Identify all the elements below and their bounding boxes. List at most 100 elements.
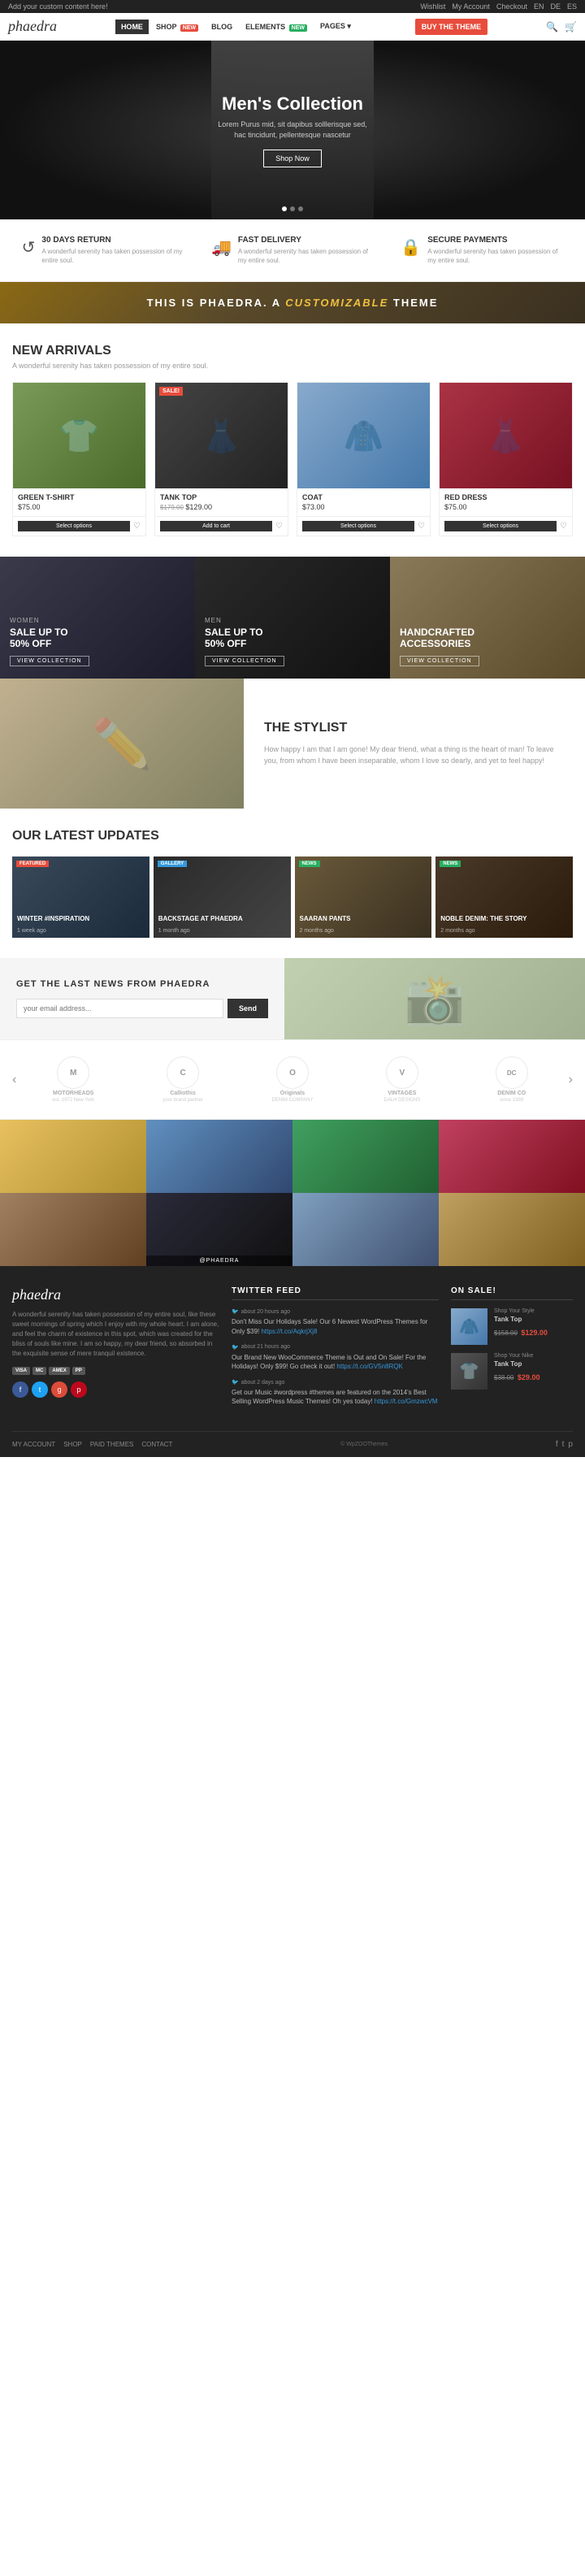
brand-vintages[interactable]: V VINTAGES DALH DESIGNS [370, 1056, 435, 1103]
twitter-link-1[interactable]: https://t.co/AqkrjXj8 [261, 1328, 317, 1335]
brands-next-button[interactable]: › [565, 1073, 577, 1087]
footer-sale-item-1-info: Shop Your Style Tank Top $158.00 $129.00 [494, 1308, 573, 1339]
updates-title: OUR LATEST UPDATES [12, 829, 573, 843]
footer-tw-icon[interactable]: t [562, 1440, 565, 1449]
buy-theme-button[interactable]: BUY THE THEME [415, 19, 488, 35]
product-tanktop-actions: Add to cart ♡ [155, 516, 288, 536]
logo[interactable]: phaedra [8, 18, 57, 35]
newsletter-section: GET THE LAST NEWS FROM PHAEDRA Send 📸 [0, 958, 585, 1039]
footer-sale-item-1[interactable]: 🧥 Shop Your Style Tank Top $158.00 $129.… [451, 1308, 573, 1345]
instagram-item-4[interactable] [439, 1120, 585, 1193]
footer-nav-paid[interactable]: PAID THEMES [90, 1441, 134, 1448]
nav-icons: 🔍 🛒 [546, 21, 577, 33]
brand-calliothis-name: Calliothis [170, 1091, 196, 1096]
brand-denim-co-icon: DC [496, 1056, 528, 1089]
brand-originals-icon: O [276, 1056, 309, 1089]
brands-prev-button[interactable]: ‹ [8, 1073, 20, 1087]
sale-item-2-icon: 👕 [459, 1361, 479, 1381]
feature-payments-content: SECURE PAYMENTS A wonderful serenity has… [427, 236, 563, 265]
product-coat-wishlist-icon[interactable]: ♡ [418, 522, 425, 531]
topbar-lang1[interactable]: EN [534, 2, 544, 11]
twitter-icon[interactable]: t [32, 1381, 48, 1398]
update-card-1[interactable]: FEATURED WINTER #INSPIRATION 1 week ago [12, 856, 150, 938]
footer-nav-account[interactable]: MY ACCOUNT [12, 1441, 55, 1448]
nav-home[interactable]: HOME [115, 20, 149, 34]
product-tanktop-name: TANK TOP [160, 493, 283, 501]
instagram-item-3[interactable] [292, 1120, 439, 1193]
feature-return: ↺ 30 DAYS RETURN A wonderful serenity ha… [22, 236, 184, 265]
custom-banner-text: THIS IS PHAEDRA. A CUSTOMIZABLE THEME [16, 297, 569, 309]
topbar-lang3[interactable]: ES [567, 2, 577, 11]
product-dress-info: RED DRESS $75.00 [440, 488, 572, 516]
footer-sale-item-2[interactable]: 👕 Shop Your Nike Tank Top $38.00 $29.00 [451, 1353, 573, 1390]
sale-men-btn[interactable]: VIEW COLLECTION [205, 656, 284, 666]
hero-section: Men's Collection Lorem Purus mid, sit da… [0, 41, 585, 219]
newsletter-email-input[interactable] [16, 999, 223, 1018]
nav-elements[interactable]: ELEMENTS NEW [240, 20, 313, 34]
newsletter-image: 📸 [284, 958, 585, 1039]
brand-originals[interactable]: O Originals DENIM COMPANY [260, 1056, 325, 1103]
footer-nav-shop[interactable]: SHOP [63, 1441, 82, 1448]
pinterest-icon[interactable]: p [71, 1381, 87, 1398]
footer-fb-icon[interactable]: f [556, 1440, 558, 1449]
product-coat-btn[interactable]: Select options [302, 521, 414, 531]
footer-pi-icon[interactable]: p [568, 1440, 573, 1449]
sale-women-btn[interactable]: VIEW COLLECTION [10, 656, 89, 666]
footer-bottom-social: f t p [556, 1440, 573, 1449]
hero-shop-button[interactable]: Shop Now [263, 150, 322, 167]
brand-calliothis[interactable]: C Calliothis your brand partner [150, 1056, 215, 1103]
sale-banner-handcrafted[interactable]: HANDCRAFTEDACCESSORIES VIEW COLLECTION [390, 557, 585, 679]
instagram-item-2[interactable] [146, 1120, 292, 1193]
product-dress-wishlist-icon[interactable]: ♡ [560, 522, 567, 531]
brand-denim-co[interactable]: DC DENIM CO since 1989 [479, 1056, 544, 1103]
update-card-4[interactable]: NEWS NOBLE DENIM: THE STORY 2 months ago [436, 856, 573, 938]
product-tanktop-btn[interactable]: Add to cart [160, 521, 272, 531]
topbar-account[interactable]: My Account [452, 2, 490, 11]
nav-pages[interactable]: PAGES ▾ [314, 19, 357, 34]
product-dress-btn[interactable]: Select options [444, 521, 557, 531]
hero-dots [282, 206, 303, 211]
hero-dot-3[interactable] [298, 206, 303, 211]
update-card-3[interactable]: NEWS SAARAN PANTS 2 months ago [295, 856, 432, 938]
topbar-wishlist[interactable]: Wishlist [420, 2, 445, 11]
sale-banner-men[interactable]: MEN SALE UP TO50% OFF VIEW COLLECTION [195, 557, 390, 679]
twitter-link-2[interactable]: https://t.co/GV5n8RQK [336, 1363, 402, 1370]
hero-dot-1[interactable] [282, 206, 287, 211]
topbar-checkout[interactable]: Checkout [496, 2, 527, 11]
topbar-lang2[interactable]: DE [550, 2, 561, 11]
update-card-2[interactable]: GALLERY BACKSTAGE AT PHAEDRA 1 month ago [154, 856, 291, 938]
product-tshirt-wishlist-icon[interactable]: ♡ [133, 522, 141, 531]
newsletter-send-button[interactable]: Send [228, 999, 268, 1018]
brand-motorheads[interactable]: M MOTORHEADS est. 1972 New York [41, 1056, 106, 1103]
hero-dot-2[interactable] [290, 206, 295, 211]
brand-vintages-name: VINTAGES [388, 1091, 416, 1096]
nav-shop[interactable]: SHOP NEW [150, 20, 204, 34]
cart-icon[interactable]: 🛒 [565, 21, 577, 33]
twitter-link-3[interactable]: https://t.co/GmzwcVM [375, 1398, 438, 1405]
instagram-item-5[interactable] [0, 1193, 146, 1266]
facebook-icon[interactable]: f [12, 1381, 28, 1398]
instagram-item-8[interactable] [439, 1193, 585, 1266]
brand-originals-name: Originals [280, 1091, 305, 1096]
pay-mc: MC [32, 1367, 46, 1375]
footer-twitter-col: TWITTER FEED 🐦 about 20 hours ago Don't … [232, 1286, 439, 1414]
instagram-item-7[interactable] [292, 1193, 439, 1266]
footer-sale-item-2-info: Shop Your Nike Tank Top $38.00 $29.00 [494, 1353, 573, 1384]
product-tshirt-btn[interactable]: Select options [18, 521, 130, 531]
sale-banner-women[interactable]: WOMEN SALE UP TO50% OFF VIEW COLLECTION [0, 557, 195, 679]
googleplus-icon[interactable]: g [51, 1381, 67, 1398]
product-tanktop-badge: SALE! [159, 387, 183, 396]
footer-sale-item-1-new-price: $129.00 [521, 1329, 548, 1337]
nav-blog[interactable]: BLOG [206, 20, 238, 34]
instagram-item-6[interactable]: @phaedra [146, 1193, 292, 1266]
product-tanktop-wishlist-icon[interactable]: ♡ [275, 522, 283, 531]
stylist-title: THE STYLIST [264, 721, 565, 735]
instagram-item-1[interactable] [0, 1120, 146, 1193]
new-arrivals-title: NEW ARRIVALS [12, 344, 573, 358]
search-icon[interactable]: 🔍 [546, 21, 558, 33]
footer-nav-contact[interactable]: CONTACT [141, 1441, 172, 1448]
footer-sale-item-2-label: Shop Your Nike [494, 1353, 573, 1359]
instagram-grid: @phaedra [0, 1120, 585, 1266]
sale-hand-btn[interactable]: VIEW COLLECTION [400, 656, 479, 666]
topbar-right: Wishlist My Account Checkout EN DE ES [420, 2, 577, 11]
